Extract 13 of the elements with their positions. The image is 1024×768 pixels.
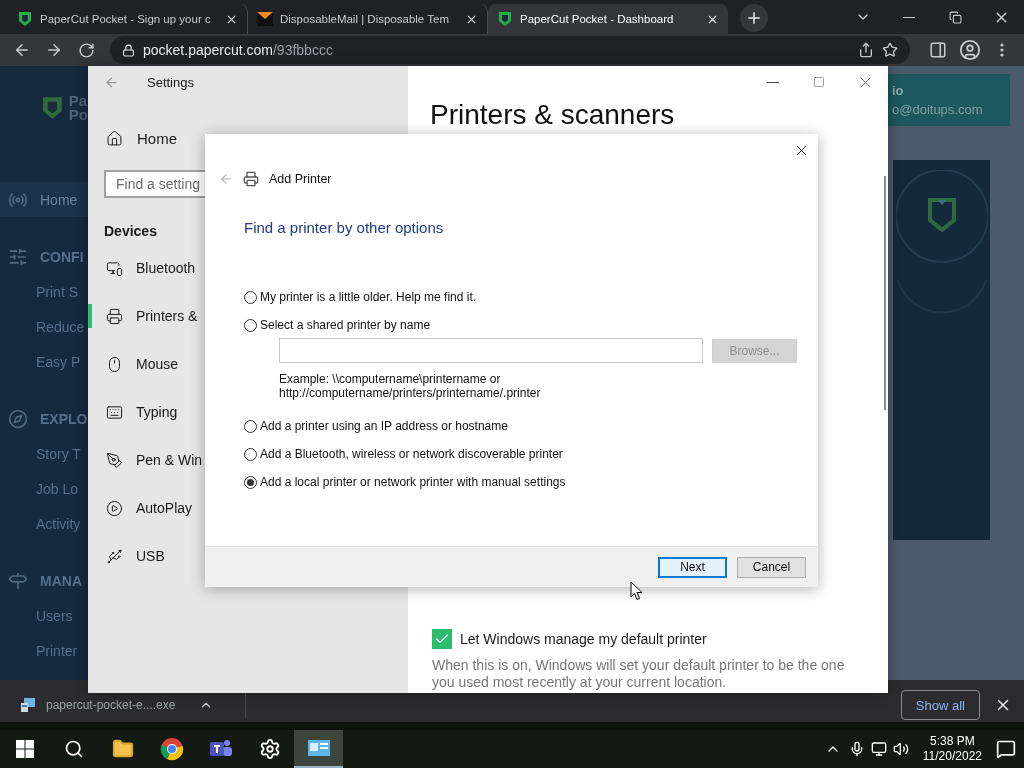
checkbox-label: Let Windows manage my default printer — [460, 631, 707, 647]
nav-group-title: Devices — [104, 222, 157, 241]
account-email: o@doitups.com — [892, 102, 984, 117]
page-heading: Printers & scanners — [430, 99, 676, 131]
dialog-heading: Find a printer by other options — [244, 219, 445, 236]
dialog-title: Add Printer — [269, 172, 332, 186]
example-text: http://computername/printers/printername/.printer — [279, 386, 542, 400]
account-name: io — [892, 83, 905, 98]
example-text: Example: \\computername\printername or — [279, 372, 502, 386]
url-text: pocket.papercut.com/93fbbccc — [143, 42, 334, 58]
description-text: When this is on, Windows will set your default printer to be the one you used most recently at your current location. — [432, 657, 846, 691]
logo-text: Pa Po — [68, 94, 88, 122]
window-title: Settings — [147, 74, 194, 90]
